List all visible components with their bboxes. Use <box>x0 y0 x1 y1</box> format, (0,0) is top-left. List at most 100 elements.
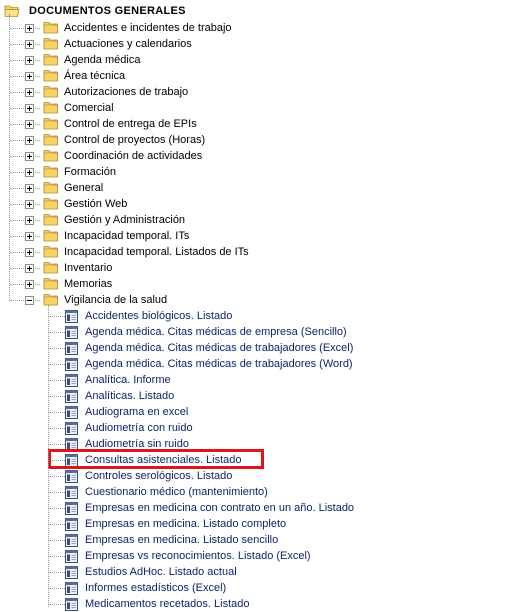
tree-folder-agenda-medica[interactable]: Agenda médica <box>0 52 300 68</box>
expand-toggle-icon[interactable] <box>25 280 34 289</box>
report-icon <box>65 470 78 483</box>
tree-line <box>49 364 65 365</box>
folder-open-icon <box>4 5 20 17</box>
expand-toggle-icon[interactable] <box>25 24 34 33</box>
tree-line <box>49 332 65 333</box>
report-icon <box>65 582 78 595</box>
expand-toggle-icon[interactable] <box>25 216 34 225</box>
report-icon <box>65 374 78 387</box>
tree-line <box>49 588 65 589</box>
tree-report-item[interactable]: Empresas en medicina con contrato en un … <box>0 500 520 516</box>
folder-icon <box>43 166 58 178</box>
expand-toggle-icon[interactable] <box>25 120 34 129</box>
tree-report-item[interactable]: Medicamentos recetados. Listado <box>0 596 520 612</box>
expand-toggle-icon[interactable] <box>25 168 34 177</box>
expand-toggle-icon[interactable] <box>25 184 34 193</box>
expand-toggle-icon[interactable] <box>25 40 34 49</box>
folder-icon <box>43 230 58 242</box>
report-icon <box>65 422 78 435</box>
tree-folder-accidentes-e-incidentes-de-trabajo[interactable]: Accidentes e incidentes de trabajo <box>0 20 300 36</box>
tree-line <box>49 572 65 573</box>
tree-report-item[interactable]: Agenda médica. Citas médicas de trabajad… <box>0 340 520 356</box>
tree-report-item[interactable]: Estudios AdHoc. Listado actual <box>0 564 520 580</box>
tree-folder-inventario[interactable]: Inventario <box>0 260 300 276</box>
expand-toggle-icon[interactable] <box>25 104 34 113</box>
tree-folder-formacion[interactable]: Formación <box>0 164 300 180</box>
report-icon <box>65 390 78 403</box>
tree-folder-area-tecnica[interactable]: Área técnica <box>0 68 300 84</box>
folder-icon <box>43 182 58 194</box>
tree-folder-label: Incapacidad temporal. Listados de ITs <box>64 246 249 258</box>
tree-folder-general[interactable]: General <box>0 180 300 196</box>
tree-line <box>49 556 65 557</box>
tree-report-item[interactable]: Analíticas. Listado <box>0 388 520 404</box>
tree-root-label: DOCUMENTOS GENERALES <box>29 5 186 17</box>
expand-toggle-icon[interactable] <box>25 56 34 65</box>
folder-icon <box>43 70 58 82</box>
tree-line <box>49 540 65 541</box>
tree-folder-gestion-web[interactable]: Gestión Web <box>0 196 300 212</box>
expand-toggle-icon[interactable] <box>25 264 34 273</box>
expand-toggle-icon[interactable] <box>25 136 34 145</box>
tree-report-item[interactable]: Audiograma en excel <box>0 404 520 420</box>
tree-report-label: Agenda médica. Citas médicas de trabajad… <box>85 342 354 354</box>
folder-icon <box>43 134 58 146</box>
tree-folder-memorias[interactable]: Memorias <box>0 276 300 292</box>
report-icon <box>65 534 78 547</box>
folder-icon <box>43 150 58 162</box>
tree-root[interactable]: DOCUMENTOS GENERALES <box>0 3 260 19</box>
tree-folder-incapacidad-temporal-its[interactable]: Incapacidad temporal. ITs <box>0 228 300 244</box>
tree-report-item[interactable]: Controles serológicos. Listado <box>0 468 520 484</box>
expand-toggle-icon[interactable] <box>25 232 34 241</box>
tree-report-label: Analíticas. Listado <box>85 390 175 402</box>
expand-toggle-icon[interactable] <box>25 152 34 161</box>
tree-line <box>49 524 65 525</box>
tree-report-label: Analítica. Informe <box>85 374 171 386</box>
expand-toggle-icon[interactable] <box>25 88 34 97</box>
report-icon <box>65 342 78 355</box>
tree-report-item[interactable]: Cuestionario médico (mantenimiento) <box>0 484 520 500</box>
tree-line <box>49 604 65 605</box>
tree-folder-label: Memorias <box>64 278 113 290</box>
tree-folder-gestion-y-administracion[interactable]: Gestión y Administración <box>0 212 300 228</box>
tree-line <box>49 412 65 413</box>
tree-line <box>49 348 65 349</box>
tree-report-item[interactable]: Analítica. Informe <box>0 372 520 388</box>
tree-report-label: Audiograma en excel <box>85 406 189 418</box>
tree-folder-label: Accidentes e incidentes de trabajo <box>64 22 232 34</box>
tree-line <box>49 428 65 429</box>
tree-report-item[interactable]: Empresas en medicina. Listado completo <box>0 516 520 532</box>
tree-folder-label: Coordinación de actividades <box>64 150 203 162</box>
tree-report-label: Empresas en medicina. Listado completo <box>85 518 287 530</box>
tree-folder-control-de-proyectos-horas[interactable]: Control de proyectos (Horas) <box>0 132 300 148</box>
tree-folder-autorizaciones-de-trabajo[interactable]: Autorizaciones de trabajo <box>0 84 300 100</box>
tree-folder-label: Control de proyectos (Horas) <box>64 134 206 146</box>
tree-report-item[interactable]: Informes estadísticos (Excel) <box>0 580 520 596</box>
tree-folder-vigilancia-de-la-salud[interactable]: Vigilancia de la salud <box>0 292 300 308</box>
collapse-toggle-icon[interactable] <box>25 296 34 305</box>
tree-report-item[interactable]: Agenda médica. Citas médicas de empresa … <box>0 324 520 340</box>
tree-report-item[interactable]: Agenda médica. Citas médicas de trabajad… <box>0 356 520 372</box>
folder-icon <box>43 214 58 226</box>
tree-folder-control-de-entrega-de-epis[interactable]: Control de entrega de EPIs <box>0 116 300 132</box>
tree-report-label: Controles serológicos. Listado <box>85 470 233 482</box>
folder-icon <box>43 86 58 98</box>
tree-folder-incapacidad-temporal-listados-de-its[interactable]: Incapacidad temporal. Listados de ITs <box>0 244 300 260</box>
tree-folder-coordinacion-de-actividades[interactable]: Coordinación de actividades <box>0 148 300 164</box>
report-icon <box>65 406 78 419</box>
tree-folder-actuaciones-y-calendarios[interactable]: Actuaciones y calendarios <box>0 36 300 52</box>
report-icon <box>65 326 78 339</box>
tree-report-item[interactable]: Empresas en medicina. Listado sencillo <box>0 532 520 548</box>
tree-folder-comercial[interactable]: Comercial <box>0 100 300 116</box>
expand-toggle-icon[interactable] <box>25 200 34 209</box>
expand-toggle-icon[interactable] <box>25 248 34 257</box>
report-icon <box>65 566 78 579</box>
tree-report-item[interactable]: Accidentes biológicos. Listado <box>0 308 520 324</box>
report-icon <box>65 358 78 371</box>
report-icon <box>65 486 78 499</box>
report-icon <box>65 550 78 563</box>
tree-report-item[interactable]: Empresas vs reconocimientos. Listado (Ex… <box>0 548 520 564</box>
expand-toggle-icon[interactable] <box>25 72 34 81</box>
tree-report-item[interactable]: Audiometría con ruido <box>0 420 520 436</box>
tree-line <box>48 305 49 607</box>
